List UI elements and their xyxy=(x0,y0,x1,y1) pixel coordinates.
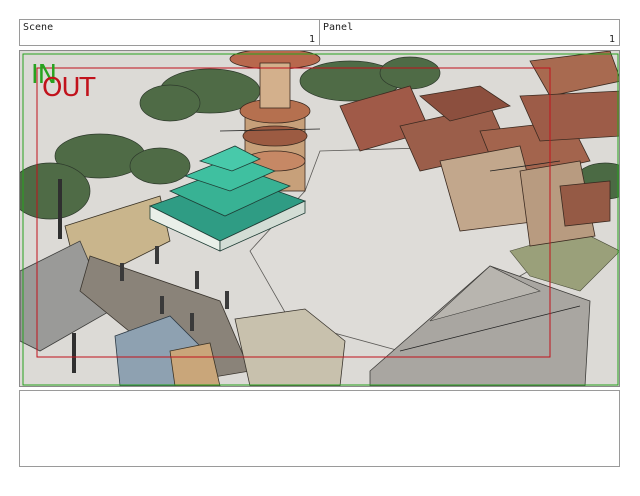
storyboard-header: Scene 1 Panel 1 xyxy=(19,19,620,46)
scene-artwork xyxy=(20,51,619,386)
panel-number: 1 xyxy=(608,34,615,45)
storyboard-frame[interactable]: IN OUT xyxy=(19,50,620,387)
scene-number: 1 xyxy=(308,34,315,45)
scene-field[interactable]: Scene 1 xyxy=(20,20,319,45)
panel-field[interactable]: Panel 1 xyxy=(319,20,619,45)
panel-label: Panel xyxy=(323,22,354,33)
scene-label: Scene xyxy=(23,22,54,33)
out-frame-label: OUT xyxy=(42,73,95,103)
panel-notes-box[interactable] xyxy=(19,390,620,467)
